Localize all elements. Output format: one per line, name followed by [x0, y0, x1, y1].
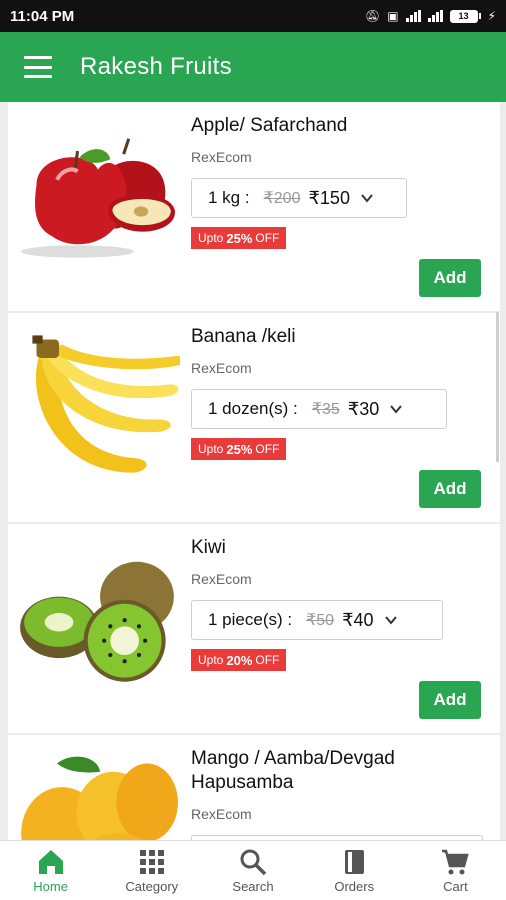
- variant-selector[interactable]: 1 kg : ₹200 ₹150: [191, 178, 407, 218]
- battery-level: 13: [449, 9, 478, 23]
- mango-image: [21, 756, 178, 840]
- product-vendor: RexEcom: [191, 360, 252, 376]
- discount-value: 25%: [226, 441, 253, 457]
- add-button[interactable]: Add: [419, 681, 481, 719]
- product-card-mango: Mango / Aamba/Devgad Hapusamba RexEcom: [8, 735, 500, 840]
- grid-icon: [139, 850, 164, 874]
- app-title: Rakesh Fruits: [80, 53, 232, 80]
- charging-icon: ⚡: [487, 9, 496, 23]
- discount-badge: Upto 25% OFF: [191, 227, 287, 249]
- product-vendor: RexEcom: [191, 149, 252, 165]
- discount-value: 25%: [226, 230, 253, 246]
- add-button[interactable]: Add: [419, 259, 481, 297]
- variant-selector[interactable]: 1 piece(s) : ₹50 ₹40: [191, 600, 443, 640]
- variant-unit: 1 dozen(s) :: [208, 399, 298, 418]
- nav-label: Home: [33, 879, 68, 894]
- cart-icon: [442, 849, 470, 875]
- product-vendor: RexEcom: [191, 806, 252, 822]
- signal-icon-2: [427, 10, 443, 22]
- variant-unit: 1 kg :: [208, 188, 250, 207]
- mute-icon: 🔕︎: [364, 9, 381, 23]
- sale-price: ₹150: [308, 187, 350, 208]
- discount-suffix: OFF: [255, 442, 280, 456]
- nav-cart[interactable]: Cart: [405, 841, 506, 900]
- nav-category[interactable]: Category: [101, 841, 202, 900]
- mrp-price: ₹50: [306, 612, 335, 629]
- product-name: Apple/ Safarchand: [191, 115, 348, 136]
- variant-selector[interactable]: 1 dozen(s) : ₹35 ₹30: [191, 389, 447, 429]
- sale-price: ₹40: [342, 609, 374, 630]
- discount-badge: Upto 25% OFF: [191, 438, 287, 460]
- nav-home[interactable]: Home: [0, 841, 101, 900]
- book-icon: [345, 850, 365, 874]
- data-icon: ▣: [387, 9, 399, 23]
- menu-icon[interactable]: [24, 56, 52, 78]
- product-card-kiwi: Kiwi RexEcom 1 piece(s) : ₹50 ₹40 Upto 2…: [8, 524, 500, 733]
- product-card-apple: Apple/ Safarchand RexEcom 1 kg : ₹200 ₹1…: [8, 102, 500, 311]
- status-icons: 🔕︎ ▣ 13 ⚡: [365, 9, 496, 23]
- nav-label: Orders: [334, 879, 375, 894]
- bottom-navigation: Home Category Search Orders Cart: [0, 840, 506, 900]
- apple-image: [21, 138, 175, 258]
- status-time: 11:04 PM: [10, 7, 75, 25]
- home-icon: [38, 850, 63, 874]
- variant-unit: 1 piece(s) :: [208, 610, 293, 629]
- scrollbar[interactable]: [496, 312, 499, 462]
- product-name: Kiwi: [191, 537, 226, 558]
- chevron-down-icon: [390, 405, 403, 414]
- nav-label: Search: [232, 879, 274, 894]
- mrp-price: ₹35: [311, 401, 340, 418]
- product-list[interactable]: Apple/ Safarchand RexEcom 1 kg : ₹200 ₹1…: [8, 102, 500, 840]
- nav-orders[interactable]: Orders: [304, 841, 405, 900]
- discount-prefix: Upto: [198, 653, 224, 667]
- mrp-price: ₹200: [263, 190, 301, 207]
- kiwi-image: [20, 561, 174, 682]
- discount-prefix: Upto: [198, 442, 224, 456]
- status-bar: 11:04 PM 🔕︎ ▣ 13 ⚡: [0, 0, 506, 32]
- product-vendor: RexEcom: [191, 571, 252, 587]
- product-name: Mango / Aamba/Devgad: [191, 748, 395, 769]
- app-bar: Rakesh Fruits: [0, 32, 506, 102]
- sale-price: ₹30: [347, 398, 380, 419]
- chevron-down-icon: [384, 616, 397, 625]
- signal-icon-1: [405, 10, 421, 22]
- product-name-line2: Hapusamba: [191, 772, 294, 793]
- product-name: Banana /keli: [191, 326, 296, 347]
- add-button[interactable]: Add: [419, 470, 481, 508]
- discount-prefix: Upto: [198, 231, 224, 245]
- battery-icon: 13: [449, 9, 481, 23]
- search-icon: [240, 849, 267, 876]
- discount-suffix: OFF: [255, 231, 280, 245]
- banana-image: [32, 335, 180, 473]
- nav-search[interactable]: Search: [202, 841, 303, 900]
- discount-value: 20%: [226, 652, 253, 668]
- nav-label: Cart: [443, 879, 468, 894]
- nav-label: Category: [125, 879, 179, 894]
- chevron-down-icon: [361, 194, 373, 203]
- discount-badge: Upto 20% OFF: [191, 649, 287, 671]
- product-card-banana: Banana /keli RexEcom 1 dozen(s) : ₹35 ₹3…: [8, 313, 500, 522]
- discount-suffix: OFF: [255, 653, 280, 667]
